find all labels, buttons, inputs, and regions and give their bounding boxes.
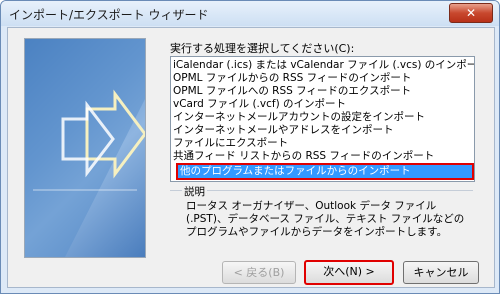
list-item-ical-import[interactable]: iCalendar (.ics) または vCalendar ファイル (.vc… bbox=[173, 59, 474, 72]
list-item-opml-export[interactable]: OPML ファイルへの RSS フィードのエクスポート bbox=[173, 85, 411, 98]
title-bar: インポート/エクスポート ウィザード ✕ bbox=[1, 1, 499, 26]
list-item-vcard-import[interactable]: vCard ファイル (.vcf) のインポート bbox=[173, 98, 346, 111]
list-item-mail-address-import[interactable]: インターネットメールやアドレスをインポート bbox=[173, 124, 394, 137]
description-divider bbox=[170, 190, 473, 191]
close-button[interactable]: ✕ bbox=[449, 3, 493, 23]
list-item-opml-import[interactable]: OPML ファイルからの RSS フィードのインポート bbox=[173, 72, 411, 85]
action-prompt-label: 実行する処理を選択してください(C): bbox=[170, 42, 355, 55]
list-item-other-program-import[interactable]: 他のプログラムまたはファイルからのインポート bbox=[176, 163, 474, 180]
list-item-file-export[interactable]: ファイルにエクスポート bbox=[173, 137, 288, 150]
description-group: 説明 ロータス オーガナイザー、Outlook データ ファイル (.PST)、… bbox=[170, 184, 473, 250]
next-button[interactable]: 次へ(N) > bbox=[304, 260, 394, 285]
arrows-graphic bbox=[25, 39, 145, 257]
cancel-button[interactable]: キャンセル bbox=[403, 261, 479, 284]
action-listbox[interactable]: iCalendar (.ics) または vCalendar ファイル (.vc… bbox=[170, 56, 475, 182]
wizard-window: インポート/エクスポート ウィザード ✕ 実行する処理を選択してください(C):… bbox=[0, 0, 500, 294]
back-button[interactable]: < 戻る(B) bbox=[222, 261, 296, 284]
wizard-body: 実行する処理を選択してください(C): iCalendar (.ics) または… bbox=[7, 27, 495, 288]
description-text: ロータス オーガナイザー、Outlook データ ファイル (.PST)、データ… bbox=[186, 200, 465, 238]
description-legend: 説明 bbox=[182, 184, 207, 199]
wizard-illustration bbox=[24, 38, 146, 258]
list-item-account-import[interactable]: インターネットメールアカウントの設定をインポート bbox=[173, 111, 425, 124]
list-item-common-feed-import[interactable]: 共通フィード リストからの RSS フィードのインポート bbox=[173, 150, 434, 163]
window-title: インポート/エクスポート ウィザード bbox=[9, 8, 209, 22]
